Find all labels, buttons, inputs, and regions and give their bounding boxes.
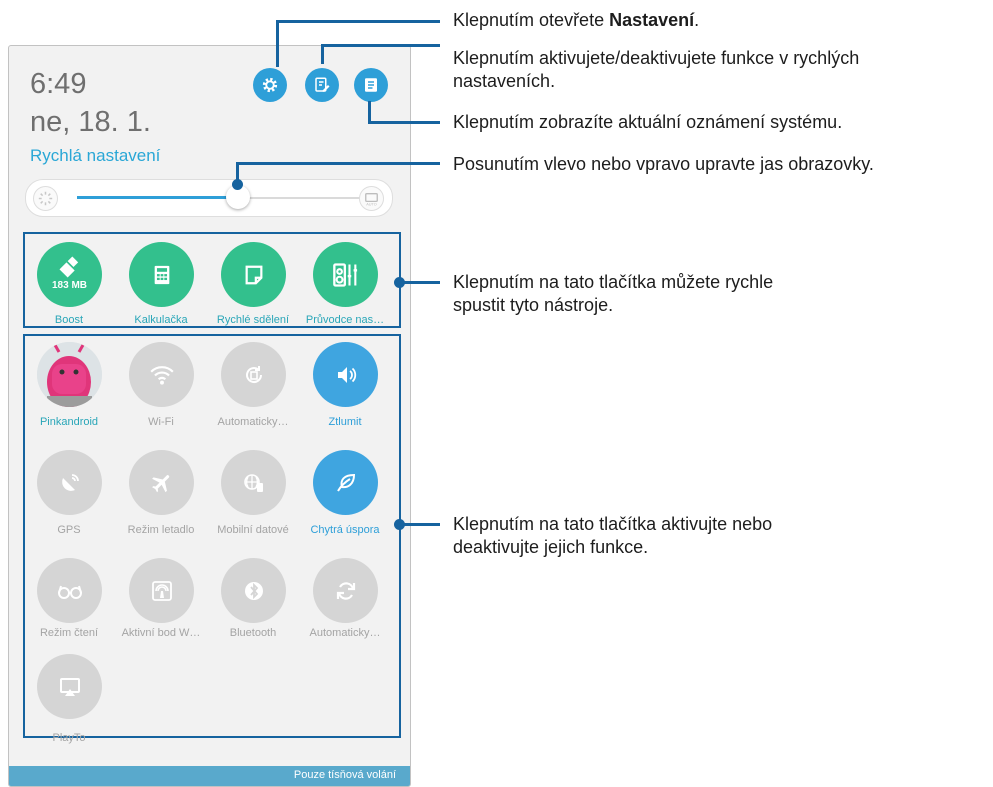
note-icon xyxy=(245,265,262,284)
callout-line-edit xyxy=(321,44,324,64)
hotspot-toggle[interactable] xyxy=(129,558,194,623)
clock-date: ne, 18. 1. xyxy=(30,106,151,138)
brightness-low-icon xyxy=(33,186,58,211)
annotation-edit: Klepnutím aktivujete/deaktivujete funkce… xyxy=(453,48,860,91)
toggle-label: Chytrá úspora xyxy=(310,524,380,536)
quick-tool-label: Průvodce nas… xyxy=(305,314,385,326)
settings-gear-icon[interactable] xyxy=(253,68,287,102)
wifi-icon xyxy=(149,365,174,385)
toggle-label: Bluetooth xyxy=(229,627,277,639)
annotation-brightness: Posunutím vlevo nebo vpravo upravte jas … xyxy=(453,154,874,174)
quick-tool-label: Kalkulačka xyxy=(134,314,188,326)
toggle-label: Ztlumit xyxy=(328,416,362,428)
annotation-toggles: Klepnutím na tato tlačítka aktivujte neb… xyxy=(453,514,773,557)
user-avatar[interactable] xyxy=(37,342,102,407)
airplane-icon xyxy=(151,474,169,492)
bluetooth-toggle[interactable] xyxy=(221,558,286,623)
toggle-label: Automaticky… xyxy=(217,416,289,428)
playto-toggle[interactable] xyxy=(37,654,102,719)
callout-line-settings xyxy=(276,20,440,23)
annotation-settings: Klepnutím otevřete Nastavení. xyxy=(453,10,700,30)
callout-line-edit xyxy=(321,44,440,47)
quick-memo-button[interactable] xyxy=(221,242,286,307)
gps-toggle[interactable] xyxy=(37,450,102,515)
callout-line-brightness xyxy=(236,162,440,165)
sync-icon xyxy=(336,581,355,600)
toggle-label: Wi-Fi xyxy=(148,416,174,428)
callout-dot-toggles xyxy=(394,519,405,530)
toggle-label: PlayTo xyxy=(52,732,86,744)
wifi-toggle[interactable] xyxy=(129,342,194,407)
toggle-label: Pinkandroid xyxy=(39,416,99,428)
glasses-icon xyxy=(57,585,82,599)
callout-line-toggles xyxy=(400,523,440,526)
mobile-data-icon xyxy=(243,473,263,492)
audio-wizard-button[interactable] xyxy=(313,242,378,307)
quick-settings-title: Rychlá nastavení xyxy=(30,146,161,165)
auto-brightness-icon[interactable]: AUTO xyxy=(359,186,384,211)
auto-sync-toggle[interactable] xyxy=(313,558,378,623)
toggle-label: Mobilní datové xyxy=(217,524,289,536)
bluetooth-icon xyxy=(244,581,263,600)
clock-time: 6:49 xyxy=(30,68,87,100)
boost-memory-badge: 183 MB xyxy=(51,280,87,291)
brightness-fill xyxy=(77,196,238,199)
leaf-icon xyxy=(336,473,355,492)
mobile-data-toggle[interactable] xyxy=(221,450,286,515)
callout-dot-tools xyxy=(394,277,405,288)
auto-rotate-icon xyxy=(245,365,262,383)
playto-icon xyxy=(59,677,80,696)
gps-icon xyxy=(61,473,79,491)
calculator-icon xyxy=(154,265,169,284)
quick-tool-label: Rychlé sdělení xyxy=(216,314,290,326)
auto-rotate-toggle[interactable] xyxy=(221,342,286,407)
toggle-label: Aktivní bod W… xyxy=(121,627,201,639)
svg-text:AUTO: AUTO xyxy=(366,203,377,207)
quick-tool-label: Boost xyxy=(54,314,84,326)
quick-settings-panel: 6:49 ne, 18. 1. Rychlá nastavení AUTO 18… xyxy=(8,45,411,787)
callout-dot-brightness xyxy=(232,179,243,190)
edit-quick-settings-icon[interactable] xyxy=(305,68,339,102)
brightness-track[interactable] xyxy=(77,196,364,199)
toggle-label: Režim čtení xyxy=(39,627,99,639)
equalizer-icon xyxy=(332,262,357,287)
emergency-text: Pouze tísňová volání xyxy=(293,769,396,781)
volume-icon xyxy=(337,366,356,383)
emergency-bar: Pouze tísňová volání xyxy=(9,766,410,786)
hotspot-icon xyxy=(151,580,172,601)
airplane-toggle[interactable] xyxy=(129,450,194,515)
boost-button[interactable] xyxy=(37,242,102,307)
brightness-slider[interactable]: AUTO xyxy=(25,179,393,217)
mute-toggle[interactable] xyxy=(313,342,378,407)
annotation-notifications: Klepnutím zobrazíte aktuální oznámení sy… xyxy=(453,112,843,132)
toggle-label: Automaticky… xyxy=(309,627,381,639)
calculator-button[interactable] xyxy=(129,242,194,307)
reading-mode-toggle[interactable] xyxy=(37,558,102,623)
callout-line-tools xyxy=(400,281,440,284)
annotation-tools: Klepnutím na tato tlačítka můžete rychle… xyxy=(453,272,774,315)
toggle-label: GPS xyxy=(57,524,81,536)
smart-saving-toggle[interactable] xyxy=(313,450,378,515)
notification-list-icon[interactable] xyxy=(354,68,388,102)
callout-line-notifications xyxy=(368,121,440,124)
callout-line-settings xyxy=(276,20,279,67)
toggle-label: Režim letadlo xyxy=(127,524,195,536)
